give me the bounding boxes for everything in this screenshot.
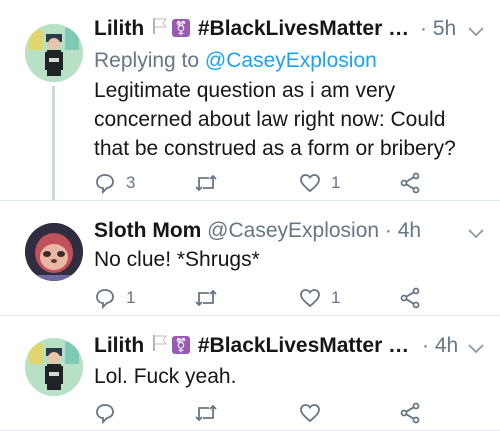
tweet-header: Lilith ⚧ #BlackLivesMatter …: [94, 333, 460, 359]
retweet-icon: [194, 287, 218, 309]
user-handle[interactable]: @CaseyExplosion: [207, 219, 379, 242]
tweet[interactable]: Lilith ⚧ #BlackLivesMatter … · 5h Replyi…: [0, 0, 500, 200]
tweet-header: Lilith ⚧ #BlackLivesMatter …: [94, 16, 460, 42]
transgender-symbol-icon: ⚧: [172, 336, 190, 354]
chevron-down-icon[interactable]: [468, 341, 484, 354]
share-icon: [399, 172, 421, 194]
retweet-icon: [194, 402, 218, 424]
tweet-text: No clue! *Shrugs*: [94, 248, 260, 271]
share-button[interactable]: [399, 400, 421, 426]
like-icon: [299, 403, 321, 423]
display-name[interactable]: Sloth Mom: [94, 219, 201, 242]
avatar[interactable]: [25, 223, 83, 281]
reply-count: 3: [126, 173, 136, 192]
display-name[interactable]: Lilith: [94, 334, 144, 357]
retweet-button[interactable]: [194, 400, 228, 426]
retweet-button[interactable]: [194, 285, 228, 311]
reply-button[interactable]: 3: [94, 170, 135, 196]
share-icon: [399, 287, 421, 309]
like-count: 1: [331, 173, 341, 192]
retweet-icon: [194, 172, 218, 194]
tweet-actions: 3 1: [94, 170, 434, 196]
timestamp[interactable]: · 4h: [422, 333, 458, 359]
tweet-actions: [94, 400, 434, 426]
like-icon: [299, 173, 321, 193]
tweet-actions: 1 1: [94, 285, 434, 311]
reply-icon: [94, 402, 116, 424]
white-flag-icon: [152, 16, 168, 42]
like-count: 1: [331, 288, 341, 307]
tweet-header: Sloth Mom @CaseyExplosion · 4h: [94, 218, 460, 244]
share-icon: [399, 402, 421, 424]
chevron-down-icon[interactable]: [468, 226, 484, 239]
reply-count: 1: [126, 288, 136, 307]
white-flag-icon: [152, 333, 168, 359]
timestamp[interactable]: · 5h: [420, 16, 456, 42]
tweet-text: Legitimate question as i am very concern…: [94, 79, 456, 160]
chevron-down-icon[interactable]: [468, 24, 484, 37]
timestamp[interactable]: · 4h: [385, 219, 421, 242]
avatar[interactable]: [25, 338, 83, 396]
like-button[interactable]: 1: [299, 170, 340, 196]
reply-icon: [94, 287, 116, 309]
share-button[interactable]: [399, 170, 421, 196]
reply-handle-link[interactable]: @CaseyExplosion: [205, 49, 377, 72]
reply-button[interactable]: [94, 400, 126, 426]
avatar[interactable]: [25, 24, 83, 82]
retweet-button[interactable]: [194, 170, 228, 196]
share-button[interactable]: [399, 285, 421, 311]
like-button[interactable]: [299, 400, 331, 426]
like-button[interactable]: 1: [299, 285, 340, 311]
like-icon: [299, 288, 321, 308]
thread-line: [52, 86, 55, 200]
tweet[interactable]: Sloth Mom @CaseyExplosion · 4h No clue! …: [0, 201, 500, 315]
name-hashtag: #BlackLivesMatter …: [197, 17, 410, 40]
replying-to: Replying to @CaseyExplosion: [94, 48, 377, 74]
reply-icon: [94, 172, 116, 194]
replying-to-label: Replying to: [94, 49, 205, 72]
reply-button[interactable]: 1: [94, 285, 135, 311]
tweet[interactable]: Lilith ⚧ #BlackLivesMatter … · 4h Lol. F…: [0, 316, 500, 431]
tweet-text: Lol. Fuck yeah.: [94, 365, 237, 388]
display-name[interactable]: Lilith: [94, 17, 144, 40]
name-hashtag: #BlackLivesMatter …: [197, 334, 410, 357]
transgender-symbol-icon: ⚧: [172, 19, 190, 37]
